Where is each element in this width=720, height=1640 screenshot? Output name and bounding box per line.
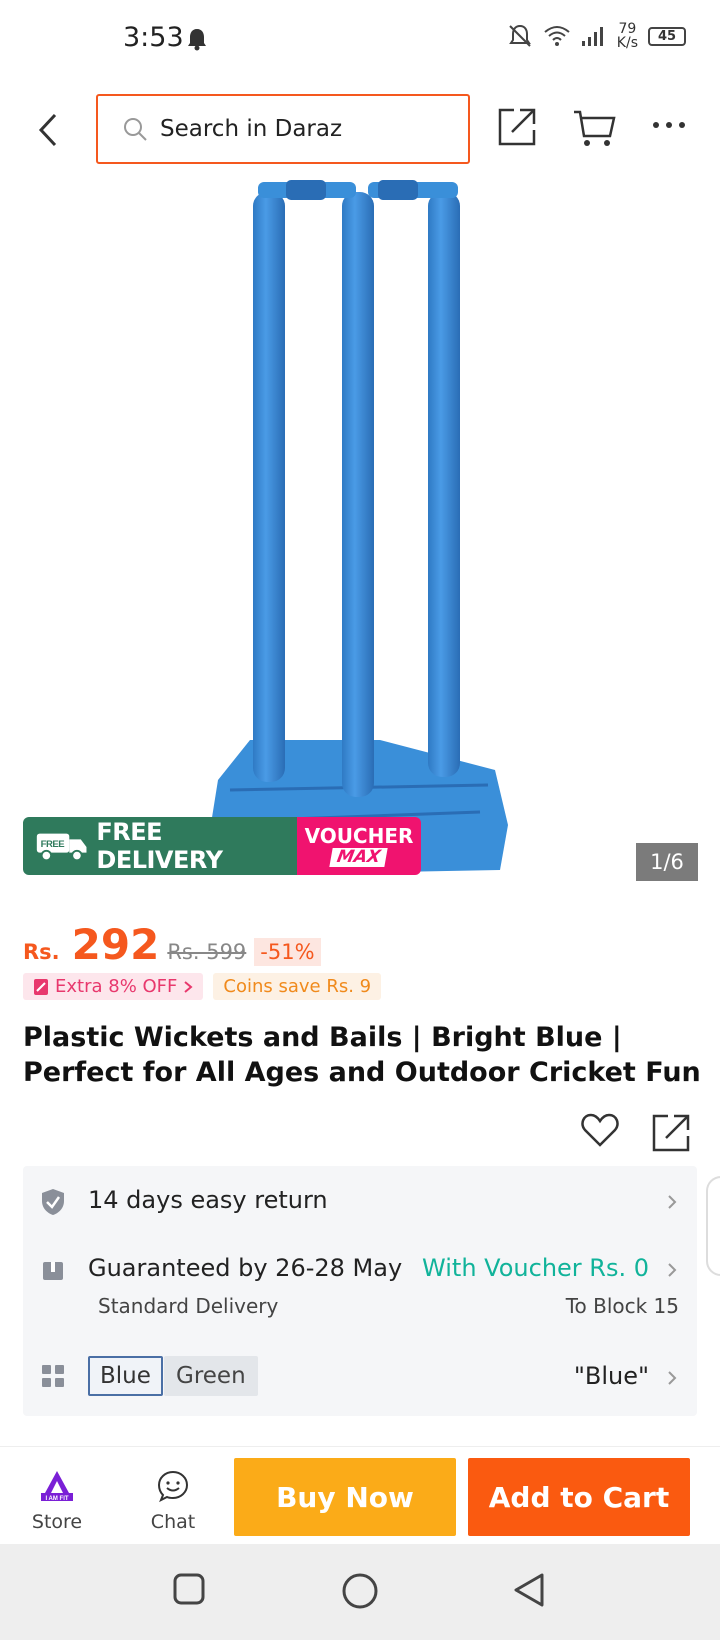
- promo-banner: FREE FREE DELIVERY VOUCHER MAX: [23, 817, 421, 875]
- chat-icon: [157, 1470, 189, 1503]
- max-text: MAX: [329, 847, 389, 867]
- search-input[interactable]: Search in Daraz: [96, 94, 470, 164]
- color-option-green[interactable]: Green: [164, 1356, 258, 1396]
- image-counter: 1/6: [636, 843, 698, 881]
- chevron-right-icon: [668, 1263, 677, 1277]
- product-image: [210, 180, 508, 875]
- store-logo-icon: I AM FIT: [41, 1471, 73, 1502]
- cart-icon[interactable]: [572, 108, 616, 148]
- search-placeholder: Search in Daraz: [160, 116, 343, 142]
- add-to-cart-button[interactable]: Add to Cart: [468, 1458, 690, 1536]
- package-icon: [43, 1262, 63, 1280]
- chat-button[interactable]: Chat: [142, 1469, 204, 1533]
- price-row: Rs. 292 Rs. 599 -51%: [23, 920, 321, 969]
- free-delivery-text: FREE DELIVERY: [96, 818, 223, 874]
- side-floating-tab[interactable]: [706, 1176, 720, 1276]
- voucher-max-badge: VOUCHER MAX: [297, 817, 421, 875]
- voucher-icon: [34, 978, 48, 995]
- home-icon[interactable]: [341, 1572, 379, 1610]
- share-product-icon[interactable]: [652, 1112, 692, 1152]
- free-delivery-badge: FREE FREE DELIVERY: [23, 817, 297, 875]
- recent-apps-icon[interactable]: [172, 1572, 206, 1606]
- discount-badge: -51%: [254, 938, 321, 966]
- extra-off-text: Extra 8% OFF: [55, 976, 178, 997]
- voucher-text: VOUCHER: [304, 823, 414, 848]
- system-navigation-bar: [0, 1544, 720, 1640]
- coins-save-tag: Coins save Rs. 9: [213, 973, 382, 1000]
- voucher-delivery-text: With Voucher Rs. 0: [422, 1254, 649, 1282]
- shield-check-icon: [42, 1189, 64, 1215]
- color-variant-row[interactable]: Blue Green "Blue": [23, 1346, 697, 1406]
- return-policy-row[interactable]: 14 days easy return: [23, 1166, 697, 1236]
- wifi-icon: [544, 26, 570, 46]
- bottom-action-bar: I AM FIT Store Chat Buy Now Add to Cart: [0, 1446, 720, 1544]
- share-icon[interactable]: [498, 106, 538, 146]
- mute-icon: [508, 24, 531, 47]
- status-bar: 3:53 79 K/s 45: [0, 0, 720, 82]
- delivery-truck-icon: FREE: [36, 833, 87, 862]
- signal-icon: [581, 27, 603, 46]
- back-arrow-icon: [38, 113, 57, 147]
- selected-color-text: "Blue": [573, 1362, 649, 1390]
- price-currency: Rs.: [23, 940, 60, 964]
- delivery-type-text: Standard Delivery: [98, 1294, 279, 1318]
- store-label: Store: [31, 1511, 83, 1533]
- store-button[interactable]: I AM FIT Store: [26, 1469, 88, 1533]
- color-option-blue[interactable]: Blue: [88, 1356, 163, 1396]
- back-button[interactable]: [28, 106, 68, 154]
- battery-icon: 45: [648, 26, 686, 46]
- product-image-carousel[interactable]: 1/6: [0, 180, 720, 900]
- chat-label: Chat: [150, 1511, 196, 1533]
- notification-bell-icon: [188, 29, 206, 51]
- delivery-info-card: 14 days easy return Guaranteed by 26-28 …: [23, 1166, 697, 1416]
- delivery-row[interactable]: Guaranteed by 26-28 May With Voucher Rs.…: [23, 1246, 697, 1336]
- status-time: 3:53: [123, 22, 184, 53]
- status-icons: 79 K/s 45: [507, 22, 686, 50]
- more-options-icon[interactable]: [652, 120, 686, 130]
- network-speed: 79 K/s: [617, 22, 638, 50]
- variant-grid-icon: [42, 1365, 64, 1387]
- product-title: Plastic Wickets and Bails | Bright Blue …: [23, 1022, 701, 1088]
- top-nav: Search in Daraz: [0, 82, 720, 178]
- price-value: 292: [71, 920, 160, 969]
- buy-now-button[interactable]: Buy Now: [234, 1458, 456, 1536]
- extra-off-tag[interactable]: Extra 8% OFF: [23, 973, 204, 1000]
- free-small-text: FREE: [41, 839, 65, 850]
- promo-tags: Extra 8% OFF Coins save Rs. 9: [23, 973, 382, 1000]
- chevron-right-icon: [184, 980, 193, 993]
- search-icon: [124, 118, 147, 141]
- delivery-location-text: To Block 15: [565, 1294, 679, 1318]
- network-speed-unit: K/s: [616, 35, 638, 51]
- store-logo-text: I AM FIT: [45, 1496, 68, 1502]
- chevron-right-icon: [668, 1195, 677, 1209]
- back-nav-icon[interactable]: [512, 1572, 546, 1608]
- delivery-guarantee-text: Guaranteed by 26-28 May: [88, 1254, 403, 1282]
- chevron-right-icon: [668, 1371, 677, 1385]
- wishlist-heart-icon[interactable]: [580, 1112, 620, 1148]
- network-speed-value: 79: [618, 21, 637, 37]
- return-policy-text: 14 days easy return: [88, 1186, 328, 1214]
- original-price: Rs. 599: [167, 940, 247, 964]
